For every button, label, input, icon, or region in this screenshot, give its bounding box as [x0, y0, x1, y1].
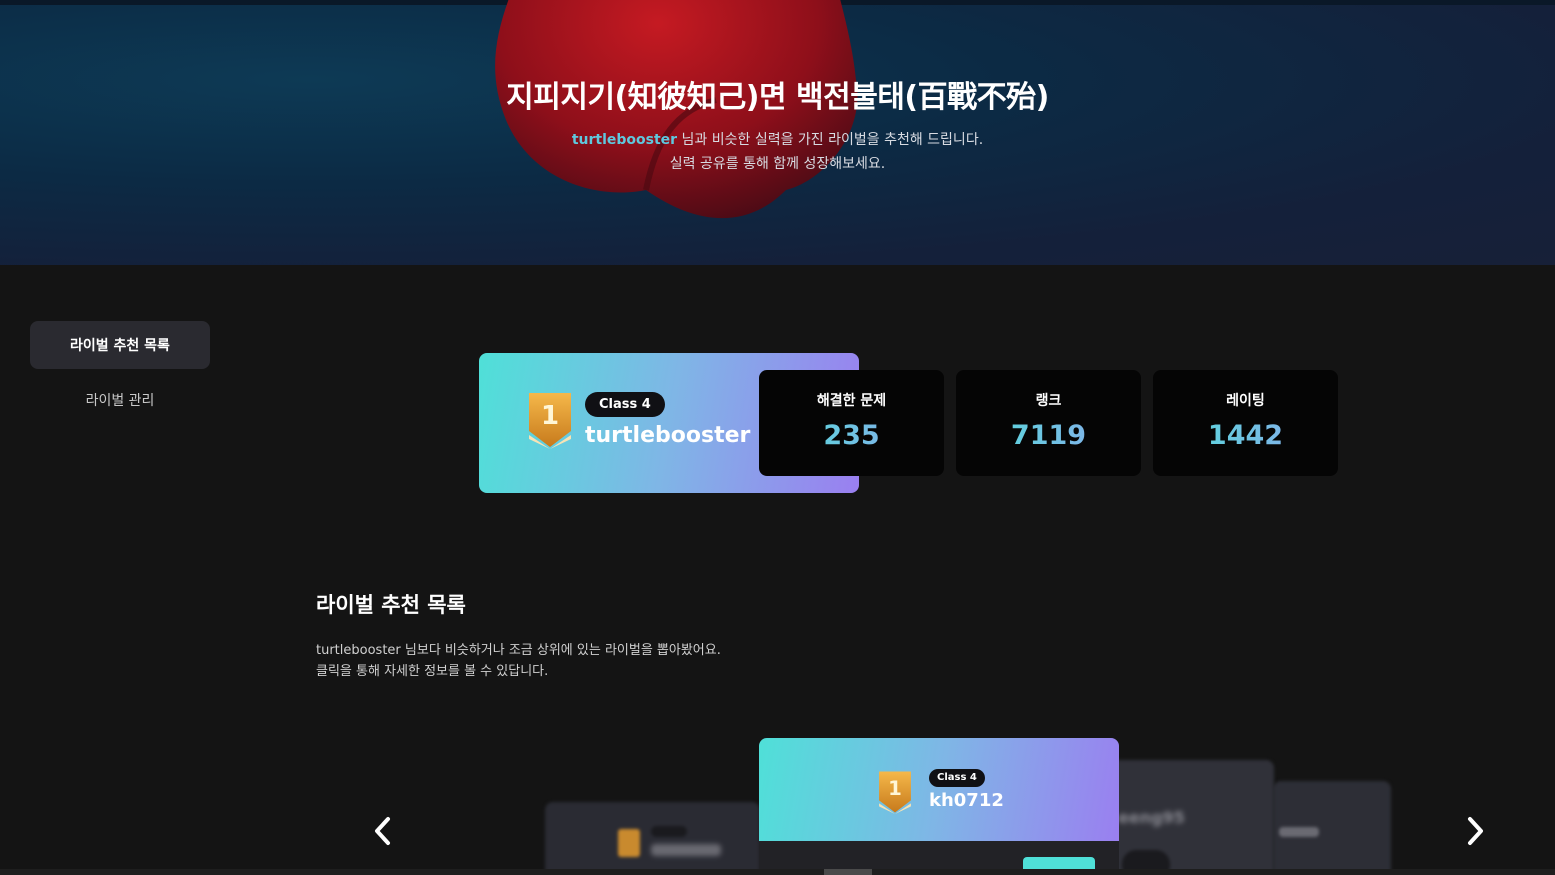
- stat-label: 해결한 문제: [816, 393, 887, 409]
- chevron-left-icon: [375, 817, 390, 845]
- tier-number: 1: [888, 777, 902, 800]
- profile-username: turtlebooster: [585, 423, 751, 448]
- rival-card-current[interactable]: 1 Class 4 kh0712: [759, 738, 1119, 875]
- class-badge: Class 4: [585, 392, 665, 417]
- tier-number: 1: [541, 401, 559, 431]
- rival-card-right-peek[interactable]: eeng95: [1100, 760, 1274, 875]
- hero-subtitle: turtlebooster 님과 비슷한 실력을 가진 라이벌을 추천해 드립니…: [0, 128, 1555, 176]
- sidebar-item-rival-manage[interactable]: 라이벌 관리: [30, 381, 210, 419]
- stat-rank: 랭크 7119: [956, 370, 1141, 476]
- sidebar-item-rival-recommend[interactable]: 라이벌 추천 목록: [30, 321, 210, 369]
- section-title: 라이벌 추천 목록: [316, 593, 466, 617]
- class-badge: Class 4: [929, 769, 985, 787]
- rival-name: eeng95: [1118, 808, 1185, 827]
- hero-subtitle-line2: 실력 공유를 통해 함께 성장해보세요.: [669, 156, 886, 172]
- scrollbar-thumb[interactable]: [824, 869, 872, 875]
- rival-name-blurred: [651, 844, 721, 856]
- rival-card-far-right-peek[interactable]: [1273, 781, 1391, 875]
- carousel-next-button[interactable]: [1460, 812, 1490, 850]
- stat-label: 레이팅: [1226, 393, 1265, 409]
- hero-subtitle-line1: turtlebooster 님과 비슷한 실력을 가진 라이벌을 추천해 드립니…: [0, 128, 1555, 152]
- carousel-prev-button[interactable]: [368, 812, 398, 850]
- section-desc-line1: turtlebooster 님보다 비슷하거나 조금 상위에 있는 라이벌을 뽑…: [316, 643, 721, 658]
- tier-badge-icon: 1: [879, 771, 911, 814]
- hero-subtitle-text: 님과 비슷한 실력을 가진 라이벌을 추천해 드립니다.: [677, 132, 984, 148]
- page: 지피지기(知彼知己)면 백전불태(百戰不殆) turtlebooster 님과 …: [0, 0, 1555, 875]
- rival-name-blurred: [1279, 827, 1319, 837]
- tier-badge-icon: 1: [529, 393, 571, 449]
- section-desc-line2: 클릭을 통해 자세한 정보를 볼 수 있답니다.: [316, 664, 549, 679]
- chevron-right-icon: [1468, 817, 1483, 845]
- hero-banner: 지피지기(知彼知己)면 백전불태(百戰不殆) turtlebooster 님과 …: [0, 0, 1555, 265]
- stat-value: 235: [759, 420, 944, 451]
- rival-card-left-peek[interactable]: [545, 802, 760, 875]
- rival-card-header: 1 Class 4 kh0712: [759, 738, 1119, 841]
- stat-solved: 해결한 문제 235: [759, 370, 944, 476]
- horizontal-scrollbar[interactable]: [0, 869, 1555, 875]
- hero-title: 지피지기(知彼知己)면 백전불태(百戰不殆): [506, 80, 1049, 115]
- stat-rating: 레이팅 1442: [1153, 370, 1338, 476]
- stat-value: 7119: [956, 420, 1141, 451]
- class-badge: [651, 826, 687, 837]
- tier-badge-icon: [618, 829, 640, 857]
- section-description: turtlebooster 님보다 비슷하거나 조금 상위에 있는 라이벌을 뽑…: [316, 640, 721, 682]
- hero-username: turtlebooster: [571, 132, 678, 148]
- rival-username: kh0712: [929, 790, 1004, 811]
- stat-value: 1442: [1153, 420, 1338, 451]
- stat-label: 랭크: [1035, 393, 1062, 409]
